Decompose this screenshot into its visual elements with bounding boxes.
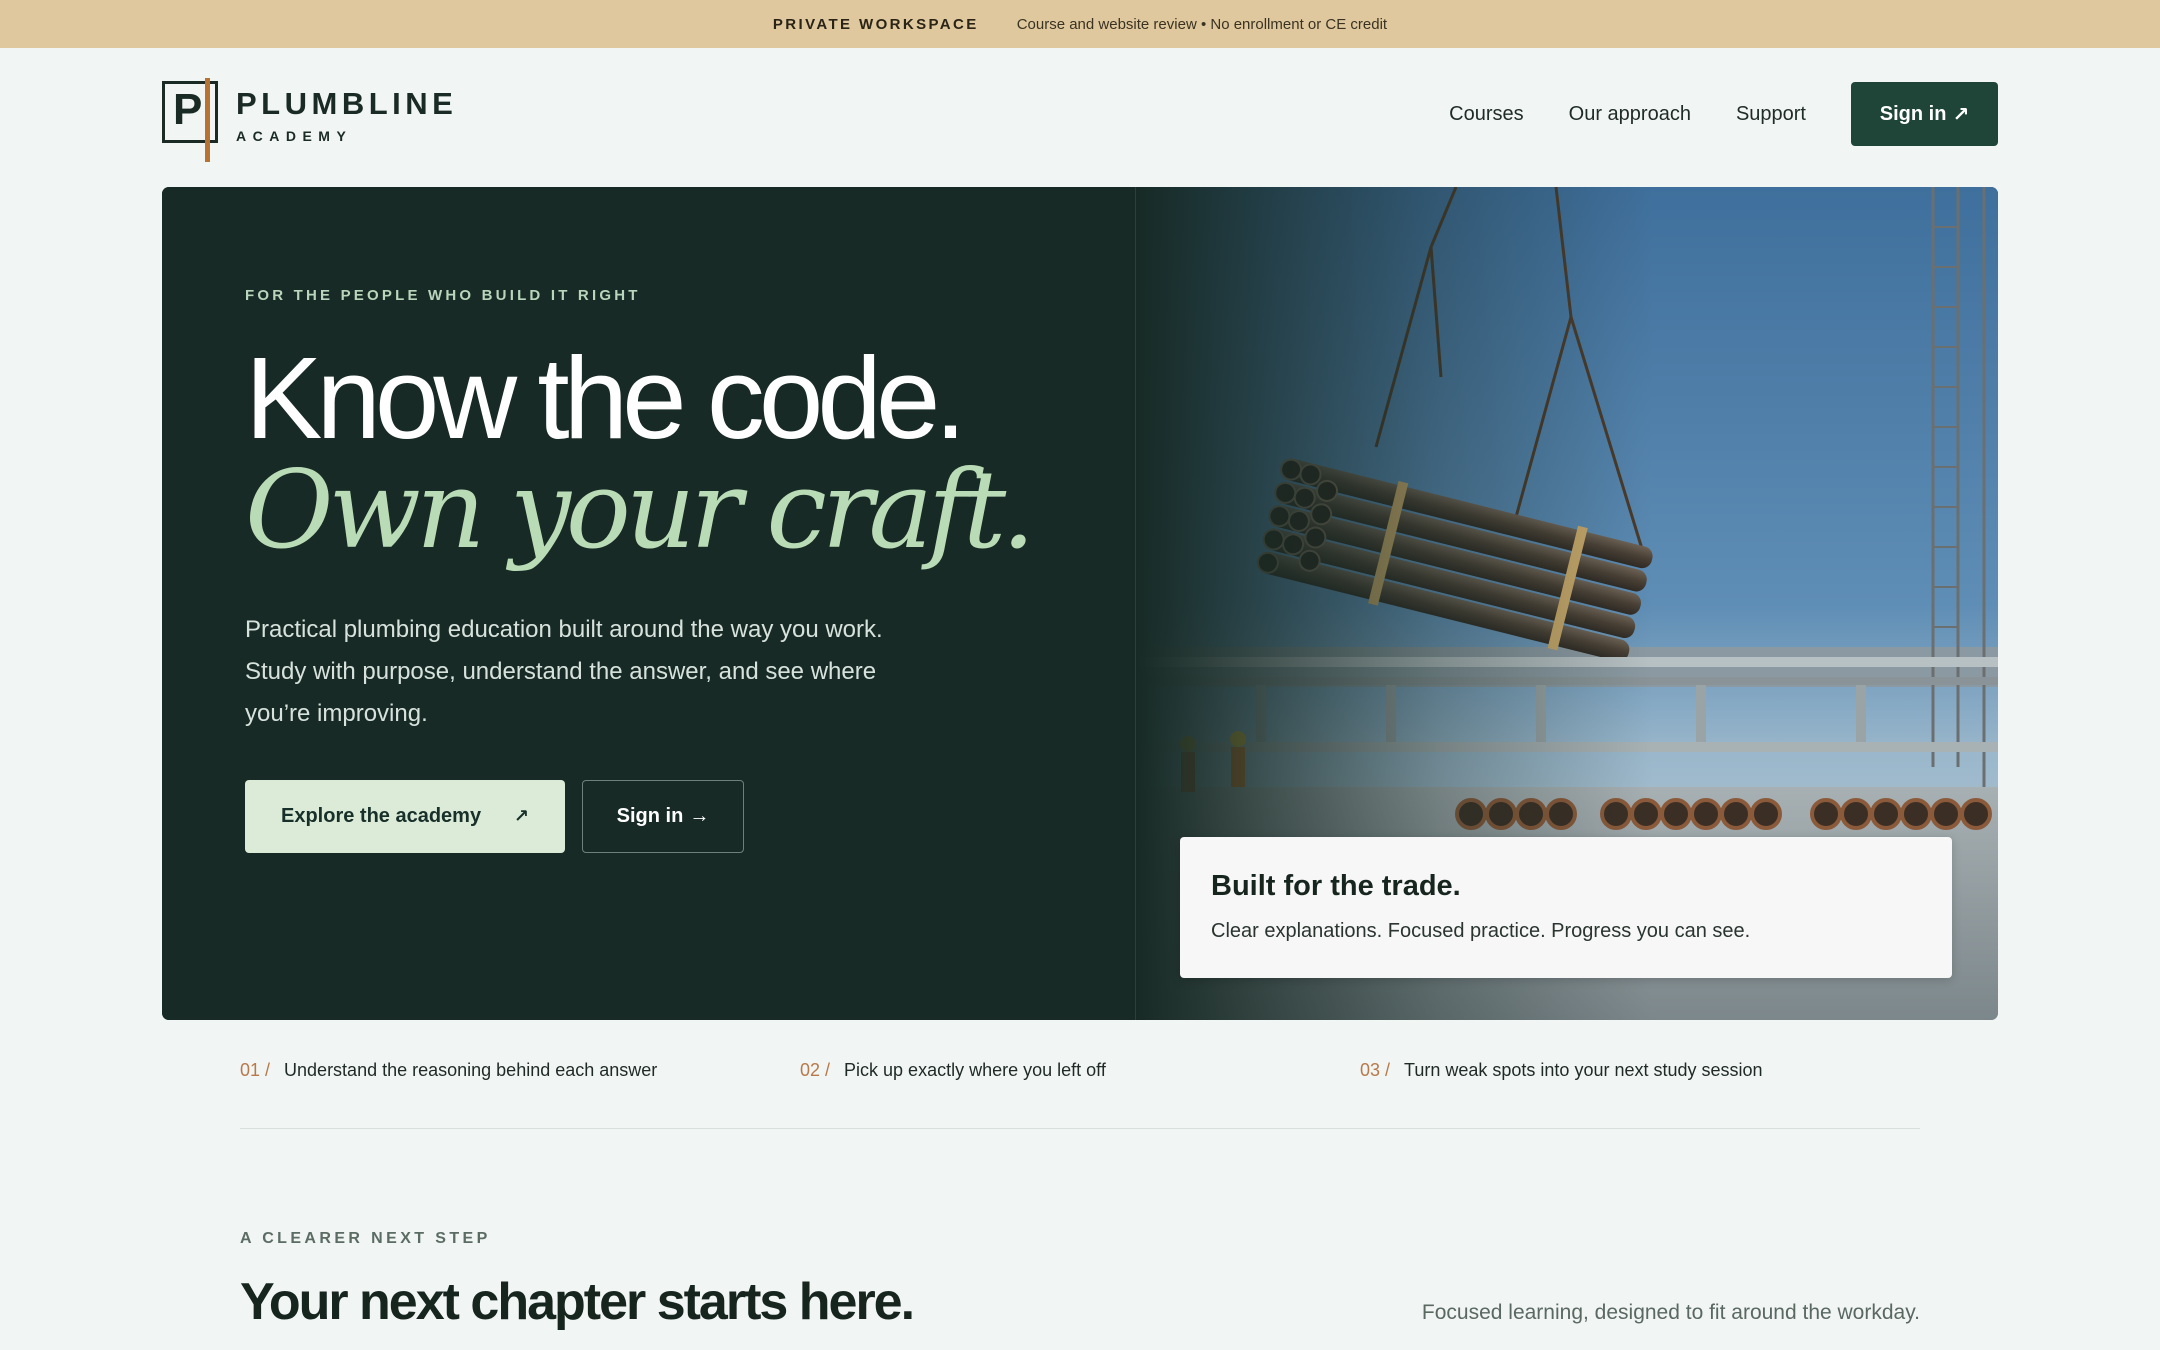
section-divider xyxy=(240,1128,1920,1129)
hero-panel: FOR THE PEOPLE WHO BUILD IT RIGHT Know t… xyxy=(162,187,1136,1020)
card-title: Built for the trade. xyxy=(1211,870,1461,902)
banner-title: PRIVATE WORKSPACE xyxy=(772,15,979,33)
step-text: Understand the reasoning behind each ans… xyxy=(284,1060,658,1080)
step-number: 03 / xyxy=(1360,1060,1391,1080)
trade-callout-card: Built for the trade. Clear explanations.… xyxy=(1180,837,1952,978)
header-sign-in-label: Sign in xyxy=(1879,102,1947,125)
step-text: Turn weak spots into your next study ses… xyxy=(1404,1060,1763,1080)
section-title: Your next chapter starts here. xyxy=(240,1273,915,1331)
external-arrow-icon: ↗ xyxy=(1952,103,1970,126)
card-text: Clear explanations. Focused practice. Pr… xyxy=(1211,920,1751,942)
main-nav: Courses Our approach Support Sign in ↗ xyxy=(1449,82,1998,146)
logo-mark[interactable]: P xyxy=(162,78,218,162)
section-tagline: Focused learning, designed to fit around… xyxy=(1421,1301,1920,1324)
banner-subtitle: Course and website review • No enrollmen… xyxy=(1016,15,1388,33)
header-sign-in-button[interactable]: Sign in ↗ xyxy=(1851,82,1998,146)
arrow-right-icon: → xyxy=(689,805,710,827)
hero-headline: Know the code. xyxy=(245,333,967,463)
hero-sign-in-button[interactable]: Sign in → xyxy=(582,780,744,853)
plumb-line-icon xyxy=(205,78,210,162)
logo-name: PLUMBLINE xyxy=(236,86,458,121)
list-item: 01 / Understand the reasoning behind each… xyxy=(240,1060,800,1081)
nav-our-approach[interactable]: Our approach xyxy=(1569,103,1691,126)
nav-support[interactable]: Support xyxy=(1736,103,1806,126)
hero-lead: Practical plumbing education built aroun… xyxy=(245,616,883,727)
step-number: 02 / xyxy=(800,1060,831,1080)
logo-sub: ACADEMY xyxy=(236,128,353,144)
list-item: 02 / Pick up exactly where you left off xyxy=(800,1060,1360,1081)
feature-steps: 01 / Understand the reasoning behind each… xyxy=(240,1060,1920,1081)
logo-wordmark[interactable]: PLUMBLINE ACADEMY xyxy=(236,86,457,144)
external-arrow-icon: ↗ xyxy=(513,806,529,826)
hero-sign-in-label: Sign in xyxy=(616,805,684,827)
logo-letter: P xyxy=(173,85,203,134)
section-eyebrow: A CLEARER NEXT STEP xyxy=(240,1230,491,1247)
step-number: 01 / xyxy=(240,1060,271,1080)
top-banner: PRIVATE WORKSPACE Course and website rev… xyxy=(0,0,2160,48)
hero-eyebrow: FOR THE PEOPLE WHO BUILD IT RIGHT xyxy=(245,287,641,304)
explore-label: Explore the academy xyxy=(281,805,482,827)
hero-headline-italic: Own your craft. xyxy=(245,448,1036,573)
list-item: 03 / Turn weak spots into your next study… xyxy=(1360,1060,1920,1081)
explore-academy-button[interactable]: Explore the academy ↗ xyxy=(245,780,565,853)
step-text: Pick up exactly where you left off xyxy=(844,1060,1106,1080)
hero: FOR THE PEOPLE WHO BUILD IT RIGHT Know t… xyxy=(162,187,1998,1020)
nav-courses[interactable]: Courses xyxy=(1449,103,1523,126)
